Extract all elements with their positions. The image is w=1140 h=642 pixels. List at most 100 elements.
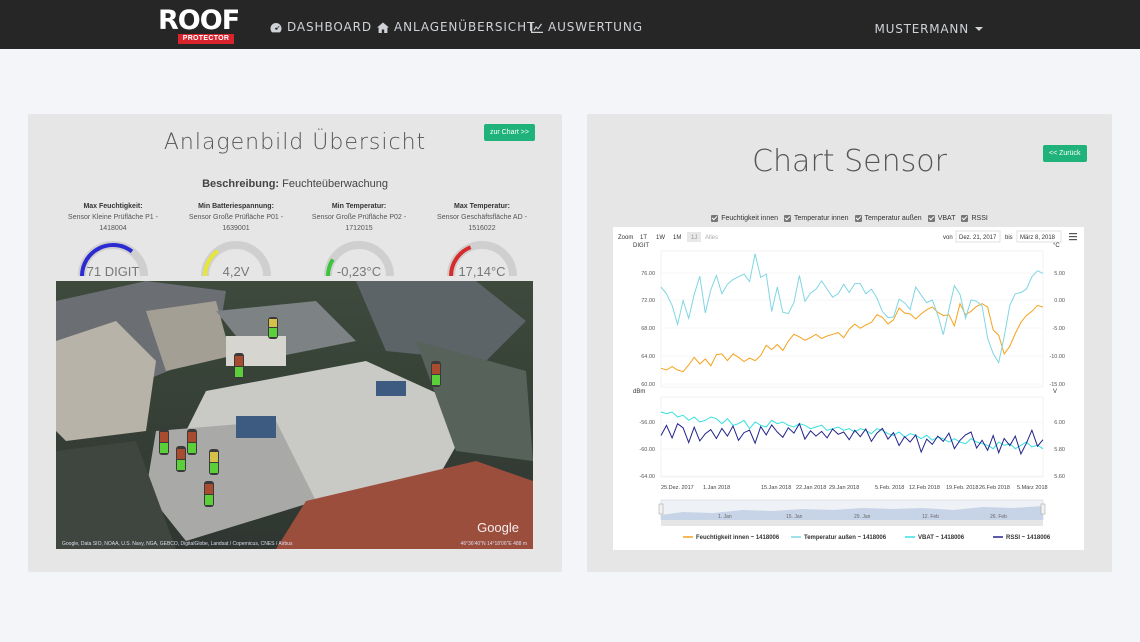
navigator-label: 15. Jan [786,514,803,520]
gauge-sensor: Sensor Große Prüfläche P01 - [188,214,284,221]
chart-sensor-panel: Chart Sensor << Zurück Feuchtigkeit inne… [587,114,1112,572]
zur-chart-button[interactable]: zur Chart >> [484,124,535,141]
legend-item[interactable]: VBAT ~ 1418006 [918,535,965,541]
gauge-sensor-id: 1418004 [99,225,127,232]
plot-area [660,250,1044,388]
panel-title: Chart Sensor [752,144,947,179]
site-aerial-map[interactable]: Google Google, Data SIO, NOAA, U.S. Navy… [56,281,533,549]
checkbox-feuchtigkeit-innen[interactable]: Feuchtigkeit innen [711,215,778,222]
sensor-marker[interactable] [234,353,244,379]
left-tick-label: -64.00 [639,474,655,480]
sensor-marker[interactable] [204,481,214,507]
gauge-min-batterie: Min Batteriespannung: Sensor Große Prüfl… [174,202,298,279]
x-tick-label: 19.Feb. 2018 [946,485,978,491]
checkbox-rssi[interactable]: RSSI [961,215,988,222]
gauge-value: 17,14°C [458,264,506,279]
chart-icon [531,21,543,33]
gauge-max-feuchtigkeit: Max Feuchtigkeit: Sensor Kleine Prüfläch… [51,202,175,279]
logo-subtitle: PROTECTOR [178,34,234,44]
gauge-title: Max Feuchtigkeit: [83,203,143,210]
legend-item[interactable]: RSSI ~ 1418006 [1006,535,1051,541]
from-date-value: Dez. 21, 2017 [959,235,997,241]
checkbox-checked-icon [854,215,862,222]
checkbox-checked-icon [927,215,935,222]
checkbox-checked-icon [711,215,719,222]
chart-legend: Feuchtigkeit innen ~ 1418006 Temperatur a… [683,535,1051,541]
user-name: MUSTERMANN [874,22,969,36]
sensor-marker[interactable] [268,317,278,339]
description-value: Feuchteüberwachung [282,178,388,190]
legend-item[interactable]: Feuchtigkeit innen ~ 1418006 [696,535,780,541]
nav-anlagenuebersicht-label: ANLAGENÜBERSICHT [394,20,536,34]
nav-anlagenuebersicht[interactable]: ANLAGENÜBERSICHT [377,20,535,34]
sensor-marker[interactable] [159,429,169,455]
gauge-value: 4,2V [222,264,250,279]
navigator-label: 29. Jan [854,514,871,520]
map-coordinates: 46°36'40"N 14°18'06"E 488 m [460,541,527,547]
x-tick-label: 29.Jan 2018 [829,485,859,491]
checkbox-label: Feuchtigkeit innen [721,215,779,222]
right-axis-title: V [1053,389,1057,395]
navigator-label: 1. Jan [718,514,732,520]
left-tick-label: -60.00 [639,447,655,453]
description-label: Beschreibung: [202,178,280,190]
x-tick-label: 12.Feb 2018 [909,485,940,491]
left-tick-label: 60.00 [641,382,655,388]
right-tick-label: 5.80 [1054,447,1065,453]
gauge-sensor: Sensor Kleine Prüfläche P1 - [68,214,158,221]
gauge-sensor: Sensor Große Prüfläche P02 - [311,214,407,221]
nav-dashboard[interactable]: DASHBOARD [270,20,372,34]
zoom-label: Zoom [618,235,633,241]
gauge-sensor: Sensor Geschäftsfläche AD - [437,214,527,221]
user-menu[interactable]: MUSTERMANN [874,22,983,36]
x-tick-label: 22.Jan 2018 [796,485,826,491]
checkbox-label: VBAT [937,215,956,222]
zoom-1w[interactable]: 1W [656,235,665,241]
left-axis-title: DIGIT [633,243,649,249]
right-tick-label: 6.00 [1054,420,1065,426]
right-tick-label: 0.00 [1054,298,1065,304]
sensor-marker[interactable] [176,446,186,472]
series-checkboxes: Feuchtigkeit innen Temperatur innen Temp… [587,215,1112,222]
plot-area [660,396,1044,478]
zoom-alles[interactable]: Alles [705,235,718,241]
roof-protector-logo[interactable]: ROOF PROTECTOR [158,7,250,45]
sensor-marker[interactable] [431,361,441,387]
nav-dashboard-label: DASHBOARD [287,20,373,34]
zurueck-button[interactable]: << Zurück [1043,145,1087,162]
dashboard-icon [270,22,282,32]
checkbox-label: Temperatur außen [864,215,922,222]
nav-auswertung[interactable]: AUSWERTUNG [531,20,643,34]
navigator-handle-right[interactable] [1040,503,1046,515]
navigator-label: 12. Feb [922,514,939,520]
gauge-title: Max Temperatur: [454,203,510,210]
checkbox-vbat[interactable]: VBAT [927,215,956,222]
x-tick-label: 25.Dez. 2017 [661,485,694,491]
checkbox-temperatur-aussen[interactable]: Temperatur außen [854,215,922,222]
chart-svg: Zoom 1T 1W 1M 1J Alles von Dez. 21, 2017… [618,230,1077,541]
checkbox-label: RSSI [971,215,988,222]
left-tick-label: 72.00 [641,298,655,304]
x-tick-label: 1.Jan 2018 [703,485,730,491]
navigator-scrollbar[interactable] [661,520,1043,526]
zoom-1m[interactable]: 1M [673,235,681,241]
hamburger-menu-icon[interactable] [1069,233,1077,241]
right-tick-label: 5.60 [1054,474,1065,480]
x-tick-label: 5.März 2018 [1017,485,1048,491]
navigator-handle-left[interactable] [658,503,664,515]
left-axis-title: dBm [633,389,645,395]
right-tick-label: -10.00 [1049,354,1065,360]
sensor-marker[interactable] [187,429,197,455]
series-line [660,253,1044,364]
zoom-1t[interactable]: 1T [640,235,647,241]
zoom-1j[interactable]: 1J [691,235,697,241]
legend-item[interactable]: Temperatur außen ~ 1418006 [804,535,887,541]
right-axis-title: °C [1053,243,1060,249]
left-tick-label: 76.00 [641,271,655,277]
sensor-marker[interactable] [209,449,219,475]
series-line [660,411,1044,450]
gauge-title: Min Batteriespannung: [198,203,274,210]
right-tick-label: 5.00 [1054,271,1065,277]
checkbox-temperatur-innen[interactable]: Temperatur innen [784,215,849,222]
gauge-value: 71 DIGIT [86,264,140,279]
